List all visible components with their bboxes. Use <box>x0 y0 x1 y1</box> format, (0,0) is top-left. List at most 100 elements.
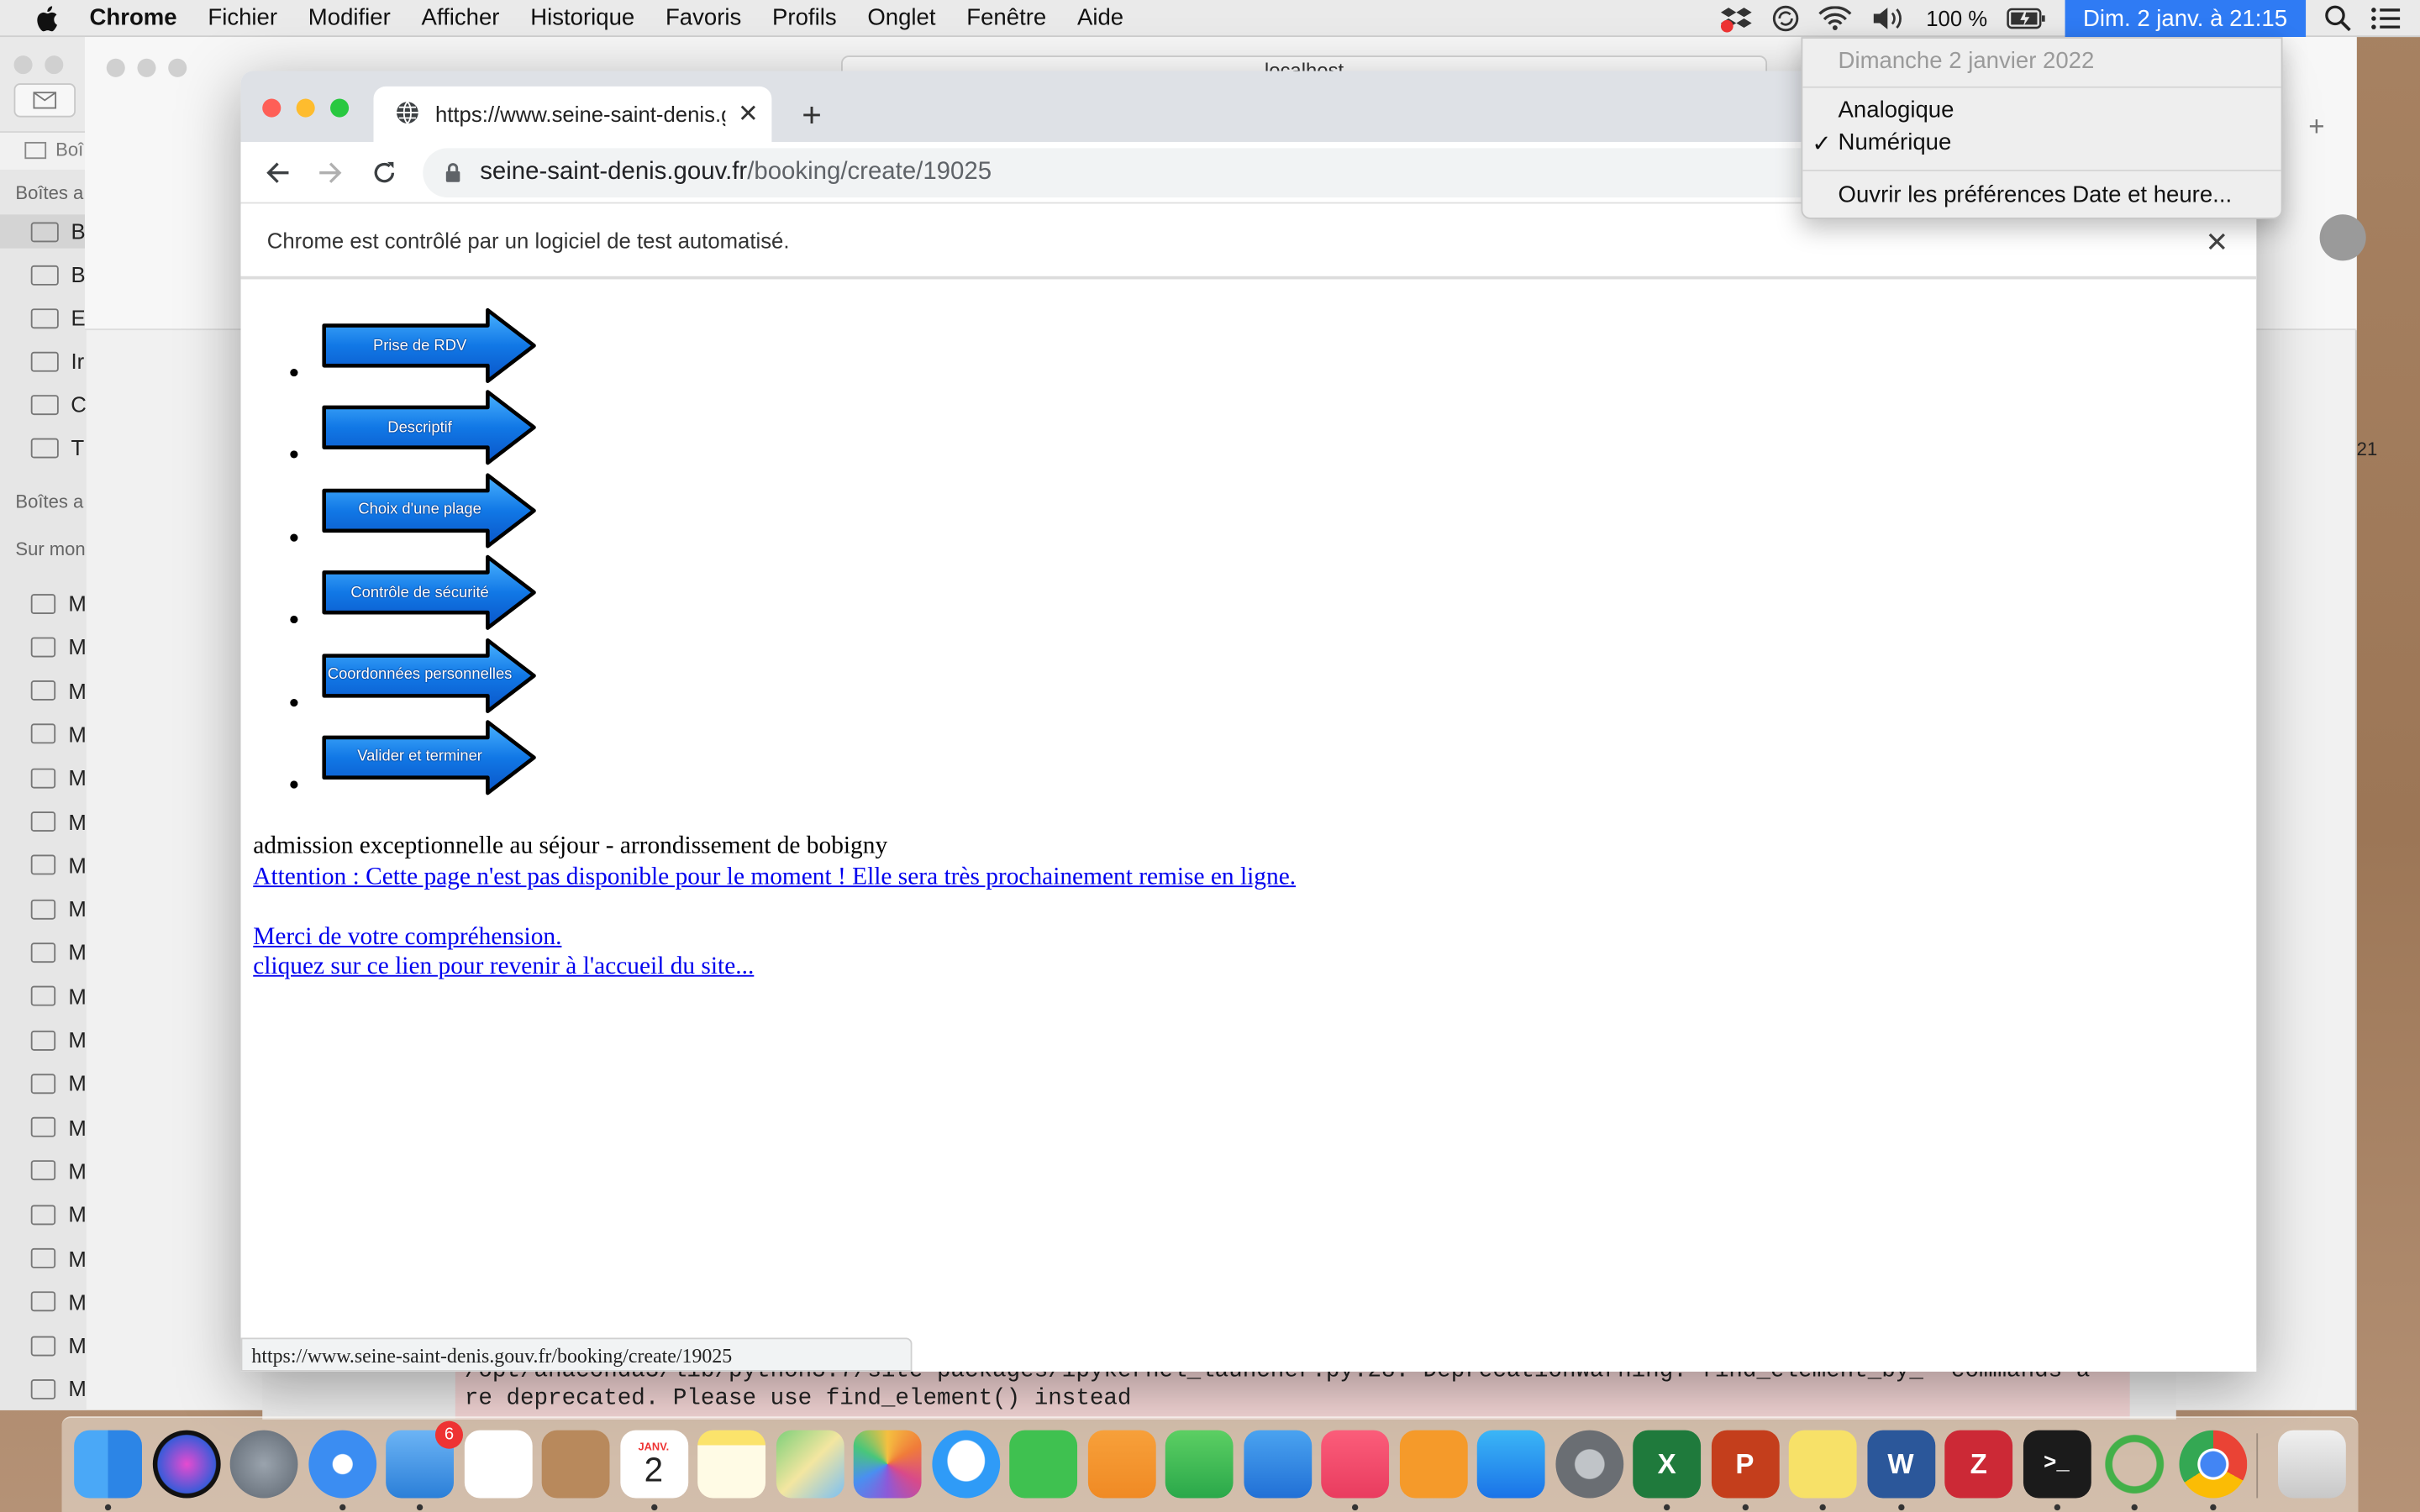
sidebar-folder-item[interactable]: M <box>0 1067 87 1100</box>
sidebar-folder-item[interactable]: M <box>0 1329 87 1362</box>
sidebar-folder-item[interactable]: M <box>0 979 87 1013</box>
volume-icon[interactable] <box>1870 6 1907 30</box>
sidebar-folder-item[interactable]: M <box>0 1373 87 1406</box>
apple-menu-icon[interactable] <box>34 4 61 32</box>
books-icon[interactable] <box>1398 1430 1467 1499</box>
sidebar-folder-item[interactable]: M <box>0 586 87 620</box>
compose-icon[interactable] <box>13 83 76 118</box>
spotlight-search-icon[interactable] <box>2324 5 2352 33</box>
contacts-icon[interactable] <box>541 1430 610 1499</box>
step-coordonnees-button[interactable]: Coordonnées personnelles <box>321 637 537 714</box>
keynote-icon[interactable] <box>1243 1430 1312 1499</box>
notes-icon[interactable] <box>697 1430 766 1499</box>
zoom-window-button[interactable] <box>330 98 350 118</box>
step-prise-de-rdv-button[interactable]: Prise de RDV <box>321 307 537 385</box>
sidebar-folder-item[interactable]: M <box>0 630 87 664</box>
system-preferences-icon[interactable] <box>1555 1430 1623 1499</box>
sidebar-folder-item[interactable]: M <box>0 761 87 795</box>
terminal-icon[interactable]: >_ <box>2023 1430 2091 1499</box>
menu-item-digital[interactable]: Numérique <box>1839 129 1952 155</box>
trash-icon[interactable] <box>2278 1430 2346 1499</box>
forward-arrow-icon[interactable] <box>312 155 349 192</box>
mailboxes-toggle[interactable]: Boî <box>24 139 83 160</box>
facetime-icon[interactable] <box>1009 1430 1078 1499</box>
music-icon[interactable] <box>1321 1430 1390 1499</box>
reminders-icon[interactable] <box>463 1430 532 1499</box>
siri-icon[interactable] <box>151 1430 220 1499</box>
powerpoint-icon[interactable]: P <box>1711 1430 1779 1499</box>
safari-icon[interactable] <box>308 1430 376 1499</box>
menu-item-date-prefs[interactable]: Ouvrir les préférences Date et heure... <box>1839 182 2233 208</box>
maps-icon[interactable] <box>775 1430 844 1499</box>
reload-icon[interactable] <box>366 155 402 192</box>
chrome-icon[interactable] <box>2178 1430 2247 1499</box>
infobar-close-icon[interactable]: ✕ <box>2206 227 2229 260</box>
new-tab-button[interactable]: + <box>797 96 828 136</box>
launchpad-icon[interactable] <box>229 1430 298 1499</box>
step-choix-plage-button[interactable]: Choix d'une plage <box>321 472 537 549</box>
lock-icon[interactable] <box>445 162 461 184</box>
minimize-window-button[interactable] <box>296 98 315 118</box>
sidebar-folder-item[interactable]: M <box>0 674 87 707</box>
sidebar-item-sent[interactable]: E <box>0 301 87 334</box>
menu-fenetre[interactable]: Fenêtre <box>966 5 1046 31</box>
menu-item-analog[interactable]: Analogique <box>1839 97 1954 123</box>
mail-icon[interactable]: 6 <box>386 1420 464 1499</box>
thanks-link[interactable]: Merci de votre compréhension. <box>253 921 1296 952</box>
warning-link[interactable]: Attention : Cette page n'est pas disponi… <box>253 862 1296 892</box>
notification-center-icon[interactable] <box>2370 6 2402 30</box>
photos-icon[interactable] <box>853 1430 922 1499</box>
sidebar-folder-item[interactable]: M <box>0 805 87 838</box>
sync-icon[interactable] <box>1772 5 1800 33</box>
sidebar-item-inbox[interactable]: B <box>0 214 87 249</box>
messages-icon[interactable] <box>931 1430 1000 1499</box>
dropbox-icon[interactable] <box>1719 5 1753 33</box>
menu-historique[interactable]: Historique <box>530 5 634 31</box>
sidebar-folder-item[interactable]: M <box>0 848 87 882</box>
step-valider-button[interactable]: Valider et terminer <box>321 719 537 796</box>
menubar-clock[interactable]: Dim. 2 janv. à 21:15 <box>2064 0 2307 38</box>
sidebar-item-drafts[interactable]: B <box>0 258 87 291</box>
zotero-icon[interactable]: Z <box>1944 1430 2013 1499</box>
finder-icon[interactable] <box>74 1430 142 1499</box>
sidebar-item-label: C <box>71 391 87 417</box>
sidebar-item-archive[interactable]: T <box>0 430 87 464</box>
back-arrow-icon[interactable] <box>260 155 297 192</box>
sidebar-folder-item[interactable]: M <box>0 1242 87 1275</box>
menu-onglet[interactable]: Onglet <box>867 5 935 31</box>
step-controle-securite-button[interactable]: Contrôle de sécurité <box>321 554 537 632</box>
sidebar-folder-item[interactable]: M <box>0 1110 87 1144</box>
tab-active[interactable]: https://www.seine-saint-denis.gouv.fr/bo… <box>373 86 772 142</box>
sidebar-folder-item[interactable]: M <box>0 1023 87 1057</box>
menu-modifier[interactable]: Modifier <box>308 5 391 31</box>
close-window-button[interactable] <box>262 98 281 118</box>
sidebar-folder-item[interactable]: M <box>0 717 87 751</box>
sidebar-folder-item[interactable]: M <box>0 1198 87 1231</box>
menu-favoris[interactable]: Favoris <box>666 5 741 31</box>
menu-fichier[interactable]: Fichier <box>208 5 277 31</box>
step-descriptif-button[interactable]: Descriptif <box>321 390 537 467</box>
home-link[interactable]: cliquez sur ce lien pour revenir à l'acc… <box>253 952 1296 982</box>
sidebar-folder-item[interactable]: M <box>0 1285 87 1319</box>
tab-close-icon[interactable]: ✕ <box>738 99 759 130</box>
excel-icon[interactable]: X <box>1633 1430 1702 1499</box>
menu-aide[interactable]: Aide <box>1077 5 1123 31</box>
wifi-icon[interactable] <box>1818 6 1852 30</box>
menu-profils[interactable]: Profils <box>772 5 837 31</box>
battery-icon[interactable] <box>2006 8 2046 29</box>
app-store-icon[interactable] <box>1476 1430 1545 1499</box>
numbers-icon[interactable] <box>1165 1430 1234 1499</box>
calendar-icon[interactable]: JANV. 2 <box>619 1430 688 1499</box>
safari-new-tab-button[interactable]: + <box>2298 111 2335 144</box>
sidebar-item-junk[interactable]: Ir <box>0 344 87 378</box>
sidebar-folder-item[interactable]: M <box>0 1154 87 1188</box>
menu-app-chrome[interactable]: Chrome <box>90 5 177 31</box>
pages-icon[interactable] <box>1086 1430 1155 1499</box>
sidebar-item-trash[interactable]: C <box>0 387 87 421</box>
word-icon[interactable]: W <box>1866 1430 1935 1499</box>
menu-afficher[interactable]: Afficher <box>422 5 500 31</box>
sidebar-folder-item[interactable]: M <box>0 892 87 926</box>
anaconda-icon[interactable] <box>2100 1430 2169 1499</box>
stickies-icon[interactable] <box>1788 1430 1857 1499</box>
sidebar-folder-item[interactable]: M <box>0 936 87 969</box>
